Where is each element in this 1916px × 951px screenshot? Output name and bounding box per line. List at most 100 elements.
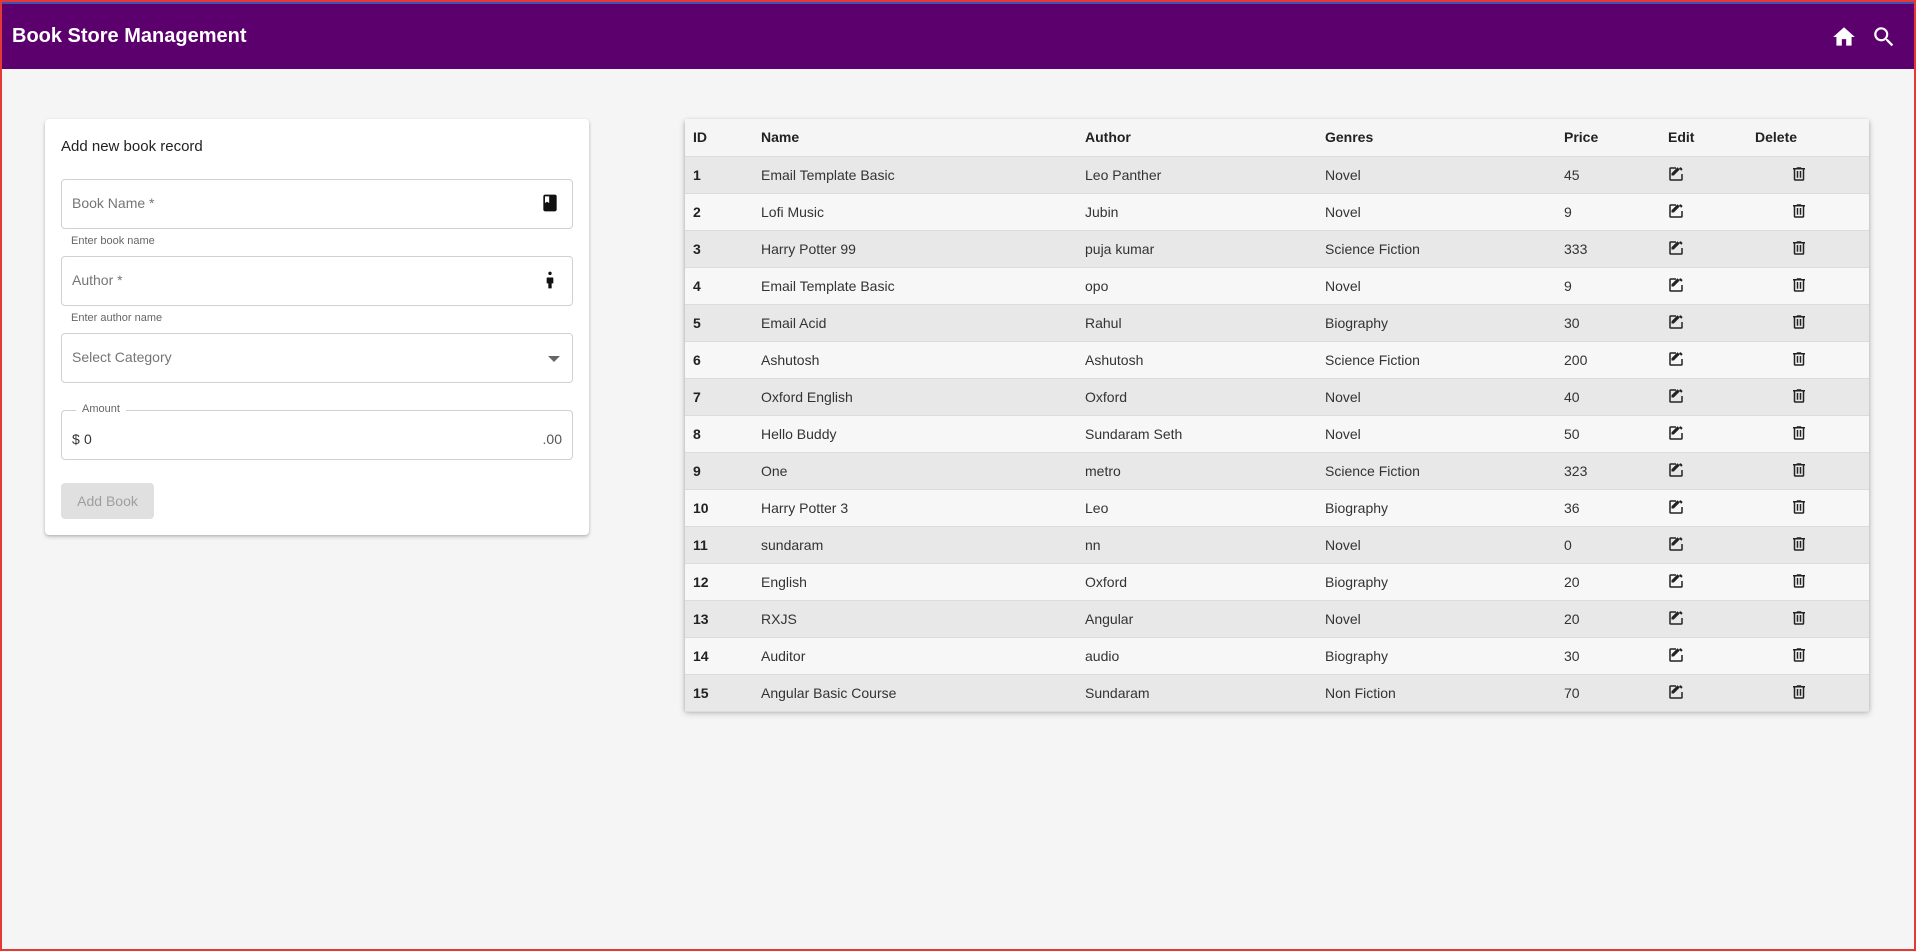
author-hint: Enter author name <box>71 312 163 324</box>
book-name-field[interactable]: Book Name * <box>61 179 573 229</box>
table-row[interactable]: 2 Lofi Music Jubin Novel 9 <box>685 193 1869 231</box>
delete-icon[interactable] <box>1789 275 1809 295</box>
cell-delete <box>1747 489 1869 527</box>
cell-id: 2 <box>685 193 753 231</box>
cell-price: 0 <box>1556 526 1660 564</box>
table-row[interactable]: 15 Angular Basic Course Sundaram Non Fictio… <box>685 674 1869 712</box>
table-row[interactable]: 5 Email Acid Rahul Biography 30 <box>685 304 1869 342</box>
cell-price: 333 <box>1556 230 1660 268</box>
cell-author: Oxford <box>1077 378 1317 416</box>
cell-genre: Novel <box>1317 267 1556 305</box>
delete-icon[interactable] <box>1789 608 1809 628</box>
table-row[interactable]: 11 sundaram nn Novel 0 <box>685 526 1869 564</box>
delete-icon[interactable] <box>1789 571 1809 591</box>
cell-name: Harry Potter 3 <box>753 489 1077 527</box>
cell-id: 15 <box>685 674 753 712</box>
cell-delete <box>1747 526 1869 564</box>
column-header-genres[interactable]: Genres <box>1317 119 1556 157</box>
cell-delete <box>1747 452 1869 490</box>
edit-icon[interactable] <box>1666 497 1686 517</box>
cell-edit <box>1660 563 1747 601</box>
cell-name: Oxford English <box>753 378 1077 416</box>
table-row[interactable]: 10 Harry Potter 3 Leo Biography 36 <box>685 489 1869 527</box>
delete-icon[interactable] <box>1789 534 1809 554</box>
cell-author: Rahul <box>1077 304 1317 342</box>
edit-icon[interactable] <box>1666 460 1686 480</box>
cell-name: Email Acid <box>753 304 1077 342</box>
delete-icon[interactable] <box>1789 386 1809 406</box>
edit-icon[interactable] <box>1666 423 1686 443</box>
cell-name: RXJS <box>753 600 1077 638</box>
edit-icon[interactable] <box>1666 682 1686 702</box>
cell-id: 8 <box>685 415 753 453</box>
cell-genre: Novel <box>1317 378 1556 416</box>
cell-genre: Novel <box>1317 600 1556 638</box>
home-icon[interactable] <box>1824 17 1864 57</box>
cell-name: English <box>753 563 1077 601</box>
table-row[interactable]: 6 Ashutosh Ashutosh Science Fiction 200 <box>685 341 1869 379</box>
cell-name: Ashutosh <box>753 341 1077 379</box>
edit-icon[interactable] <box>1666 349 1686 369</box>
cell-edit <box>1660 452 1747 490</box>
search-icon[interactable] <box>1864 17 1904 57</box>
delete-icon[interactable] <box>1789 312 1809 332</box>
delete-icon[interactable] <box>1789 201 1809 221</box>
edit-icon[interactable] <box>1666 238 1686 258</box>
cell-genre: Novel <box>1317 193 1556 231</box>
delete-icon[interactable] <box>1789 164 1809 184</box>
table-row[interactable]: 12 English Oxford Biography 20 <box>685 563 1869 601</box>
cell-name: sundaram <box>753 526 1077 564</box>
add-book-button[interactable]: Add Book <box>61 483 154 519</box>
cell-edit <box>1660 156 1747 194</box>
column-header-price[interactable]: Price <box>1556 119 1660 157</box>
category-select[interactable]: Select Category <box>61 333 573 383</box>
top-toolbar: Book Store Management <box>2 2 1914 69</box>
column-header-name[interactable]: Name <box>753 119 1077 157</box>
author-field[interactable]: Author * <box>61 256 573 306</box>
column-header-id[interactable]: ID <box>685 119 753 157</box>
edit-icon[interactable] <box>1666 164 1686 184</box>
delete-icon[interactable] <box>1789 238 1809 258</box>
table-row[interactable]: 9 One metro Science Fiction 323 <box>685 452 1869 490</box>
edit-icon[interactable] <box>1666 534 1686 554</box>
table-row[interactable]: 7 Oxford English Oxford Novel 40 <box>685 378 1869 416</box>
amount-input[interactable]: 0 <box>84 431 92 447</box>
table-row[interactable]: 4 Email Template Basic opo Novel 9 <box>685 267 1869 305</box>
cell-id: 13 <box>685 600 753 638</box>
edit-icon[interactable] <box>1666 608 1686 628</box>
delete-icon[interactable] <box>1789 645 1809 665</box>
cell-price: 36 <box>1556 489 1660 527</box>
cell-genre: Biography <box>1317 489 1556 527</box>
amount-field[interactable]: Amount $ 0 .00 <box>61 403 573 460</box>
cell-delete <box>1747 267 1869 305</box>
table-row[interactable]: 8 Hello Buddy Sundaram Seth Novel 50 <box>685 415 1869 453</box>
column-header-author[interactable]: Author <box>1077 119 1317 157</box>
delete-icon[interactable] <box>1789 497 1809 517</box>
edit-icon[interactable] <box>1666 275 1686 295</box>
edit-icon[interactable] <box>1666 386 1686 406</box>
add-book-form-card: Add new book record Book Name * Enter bo… <box>45 119 589 535</box>
cell-genre: Biography <box>1317 304 1556 342</box>
delete-icon[interactable] <box>1789 682 1809 702</box>
cell-edit <box>1660 230 1747 268</box>
chevron-down-icon[interactable] <box>548 356 560 362</box>
delete-icon[interactable] <box>1789 423 1809 443</box>
cell-delete <box>1747 304 1869 342</box>
cell-id: 12 <box>685 563 753 601</box>
cell-author: opo <box>1077 267 1317 305</box>
amount-label: Amount <box>76 403 126 415</box>
table-row[interactable]: 1 Email Template Basic Leo Panther Novel 45 <box>685 156 1869 194</box>
cell-id: 3 <box>685 230 753 268</box>
table-row[interactable]: 3 Harry Potter 99 puja kumar Science Fictio… <box>685 230 1869 268</box>
delete-icon[interactable] <box>1789 460 1809 480</box>
edit-icon[interactable] <box>1666 645 1686 665</box>
delete-icon[interactable] <box>1789 349 1809 369</box>
table-row[interactable]: 14 Auditor audio Biography 30 <box>685 637 1869 675</box>
cell-edit <box>1660 489 1747 527</box>
edit-icon[interactable] <box>1666 201 1686 221</box>
edit-icon[interactable] <box>1666 312 1686 332</box>
edit-icon[interactable] <box>1666 571 1686 591</box>
table-row[interactable]: 13 RXJS Angular Novel 20 <box>685 600 1869 638</box>
cell-genre: Novel <box>1317 156 1556 194</box>
app-title: Book Store Management <box>12 25 247 47</box>
